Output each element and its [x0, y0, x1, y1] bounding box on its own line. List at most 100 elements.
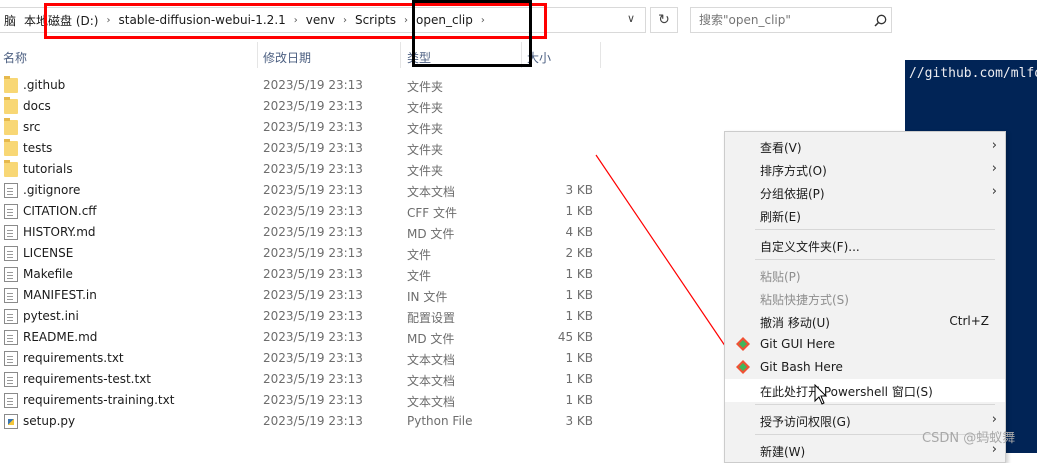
file-date: 2023/5/19 23:13 — [263, 225, 363, 239]
menu-separator — [755, 229, 995, 230]
file-date: 2023/5/19 23:13 — [263, 78, 363, 92]
file-size: 1 KB — [565, 393, 593, 407]
file-size: 1 KB — [565, 351, 593, 365]
chevron-down-icon[interactable]: ∨ — [627, 12, 635, 25]
watermark: CSDN @蚂蚁舞 — [922, 431, 1016, 446]
file-name: docs — [23, 99, 51, 113]
file-type: 文本文档 — [407, 185, 456, 199]
menu-item-label: 刷新(E) — [760, 210, 801, 224]
file-date: 2023/5/19 23:13 — [263, 288, 363, 302]
file-date: 2023/5/19 23:13 — [263, 246, 363, 260]
file-size: 1 KB — [565, 204, 593, 218]
column-divider[interactable] — [600, 42, 601, 68]
menu-item[interactable]: 在此处打开 Powershell 窗口(S) — [725, 379, 1005, 402]
file-date: 2023/5/19 23:13 — [263, 141, 363, 155]
menu-item-label: 撤消 移动(U) — [760, 316, 830, 330]
file-type: 文件夹 — [407, 80, 444, 94]
menu-item[interactable]: Git Bash Here — [725, 356, 1005, 379]
folder-icon — [4, 97, 18, 114]
column-header-date[interactable]: 修改日期 — [263, 49, 311, 66]
file-size: 4 KB — [565, 225, 593, 239]
annotation-black-box — [412, 0, 532, 67]
file-icon — [4, 288, 18, 303]
file-icon — [4, 372, 18, 387]
file-name: MANIFEST.in — [23, 288, 97, 302]
menu-item-label: 粘贴快捷方式(S) — [760, 293, 849, 307]
file-name: src — [23, 120, 41, 134]
file-type: 文件夹 — [407, 164, 444, 178]
file-size: 1 KB — [565, 372, 593, 386]
file-date: 2023/5/19 23:13 — [263, 162, 363, 176]
search-input[interactable] — [691, 12, 869, 28]
file-date: 2023/5/19 23:13 — [263, 204, 363, 218]
file-size: 2 KB — [565, 246, 593, 260]
menu-item-label: 新建(W) — [760, 445, 806, 459]
file-type: 文件夹 — [407, 143, 444, 157]
chevron-right-icon: › — [991, 138, 997, 153]
file-icon — [4, 246, 18, 261]
menu-item[interactable]: 排序方式(O) › — [725, 158, 1005, 181]
file-date: 2023/5/19 23:13 — [263, 351, 363, 365]
file-date: 2023/5/19 23:13 — [263, 330, 363, 344]
file-name: requirements.txt — [23, 351, 124, 365]
refresh-button[interactable]: ↻ — [650, 7, 678, 33]
menu-item[interactable]: 撤消 移动(U) Ctrl+Z — [725, 310, 1005, 333]
file-date: 2023/5/19 23:13 — [263, 267, 363, 281]
menu-item[interactable]: 自定义文件夹(F)... — [725, 234, 1005, 257]
file-size: 1 KB — [565, 288, 593, 302]
file-name: requirements-training.txt — [23, 393, 175, 407]
python-file-icon — [4, 414, 18, 429]
folder-row[interactable]: .github 2023/5/19 23:13 文件夹 — [0, 75, 905, 96]
file-type: 文件 — [407, 248, 432, 262]
file-name: tests — [23, 141, 53, 155]
file-icon — [4, 267, 18, 282]
terminal-text: //github.com/mlfo — [909, 66, 1037, 81]
file-icon — [4, 309, 18, 324]
chevron-right-icon: › — [991, 184, 997, 199]
menu-item-label: Git GUI Here — [760, 337, 836, 351]
file-icon — [4, 183, 18, 198]
menu-item-shortcut: Ctrl+Z — [949, 314, 989, 328]
file-size: 3 KB — [565, 183, 593, 197]
file-type: Python File — [407, 414, 473, 428]
menu-item-label: 分组依据(P) — [760, 187, 825, 201]
file-icon — [4, 330, 18, 345]
file-type: MD 文件 — [407, 227, 455, 241]
menu-item[interactable]: 刷新(E) — [725, 204, 1005, 227]
menu-item-label: 在此处打开 Powershell 窗口(S) — [760, 385, 933, 399]
git-icon — [736, 360, 750, 374]
file-date: 2023/5/19 23:13 — [263, 99, 363, 113]
mouse-cursor-icon — [814, 384, 828, 405]
menu-item[interactable]: 查看(V) › — [725, 135, 1005, 158]
column-divider[interactable] — [400, 42, 401, 68]
file-name: HISTORY.md — [23, 225, 96, 239]
file-name: CITATION.cff — [23, 204, 97, 218]
folder-row[interactable]: docs 2023/5/19 23:13 文件夹 — [0, 96, 905, 117]
file-name: pytest.ini — [23, 309, 79, 323]
breadcrumb-item[interactable]: 脑 — [0, 12, 20, 29]
file-type: 配置设置 — [407, 311, 456, 325]
file-icon — [4, 351, 18, 366]
menu-item[interactable]: 粘贴(P) — [725, 264, 1005, 287]
desktop-background — [905, 0, 1037, 60]
file-type: CFF 文件 — [407, 206, 457, 220]
menu-separator — [755, 404, 995, 405]
file-size: 45 KB — [557, 330, 593, 344]
search-box[interactable] — [690, 7, 892, 33]
search-icon[interactable] — [869, 14, 891, 27]
menu-item-label: Git Bash Here — [760, 360, 843, 374]
menu-item[interactable]: Git GUI Here — [725, 333, 1005, 356]
menu-item-label: 粘贴(P) — [760, 270, 801, 284]
refresh-icon: ↻ — [658, 12, 670, 28]
folder-icon — [4, 118, 18, 135]
column-header-name[interactable]: 名称 — [3, 49, 27, 66]
menu-item[interactable]: 分组依据(P) › — [725, 181, 1005, 204]
file-name: .gitignore — [23, 183, 81, 197]
menu-item[interactable]: 粘贴快捷方式(S) — [725, 287, 1005, 310]
file-name: README.md — [23, 330, 98, 344]
file-name: LICENSE — [23, 246, 74, 260]
file-type: 文件夹 — [407, 101, 444, 115]
column-divider[interactable] — [257, 42, 258, 68]
chevron-right-icon: › — [991, 412, 997, 427]
file-name: .github — [23, 78, 66, 92]
